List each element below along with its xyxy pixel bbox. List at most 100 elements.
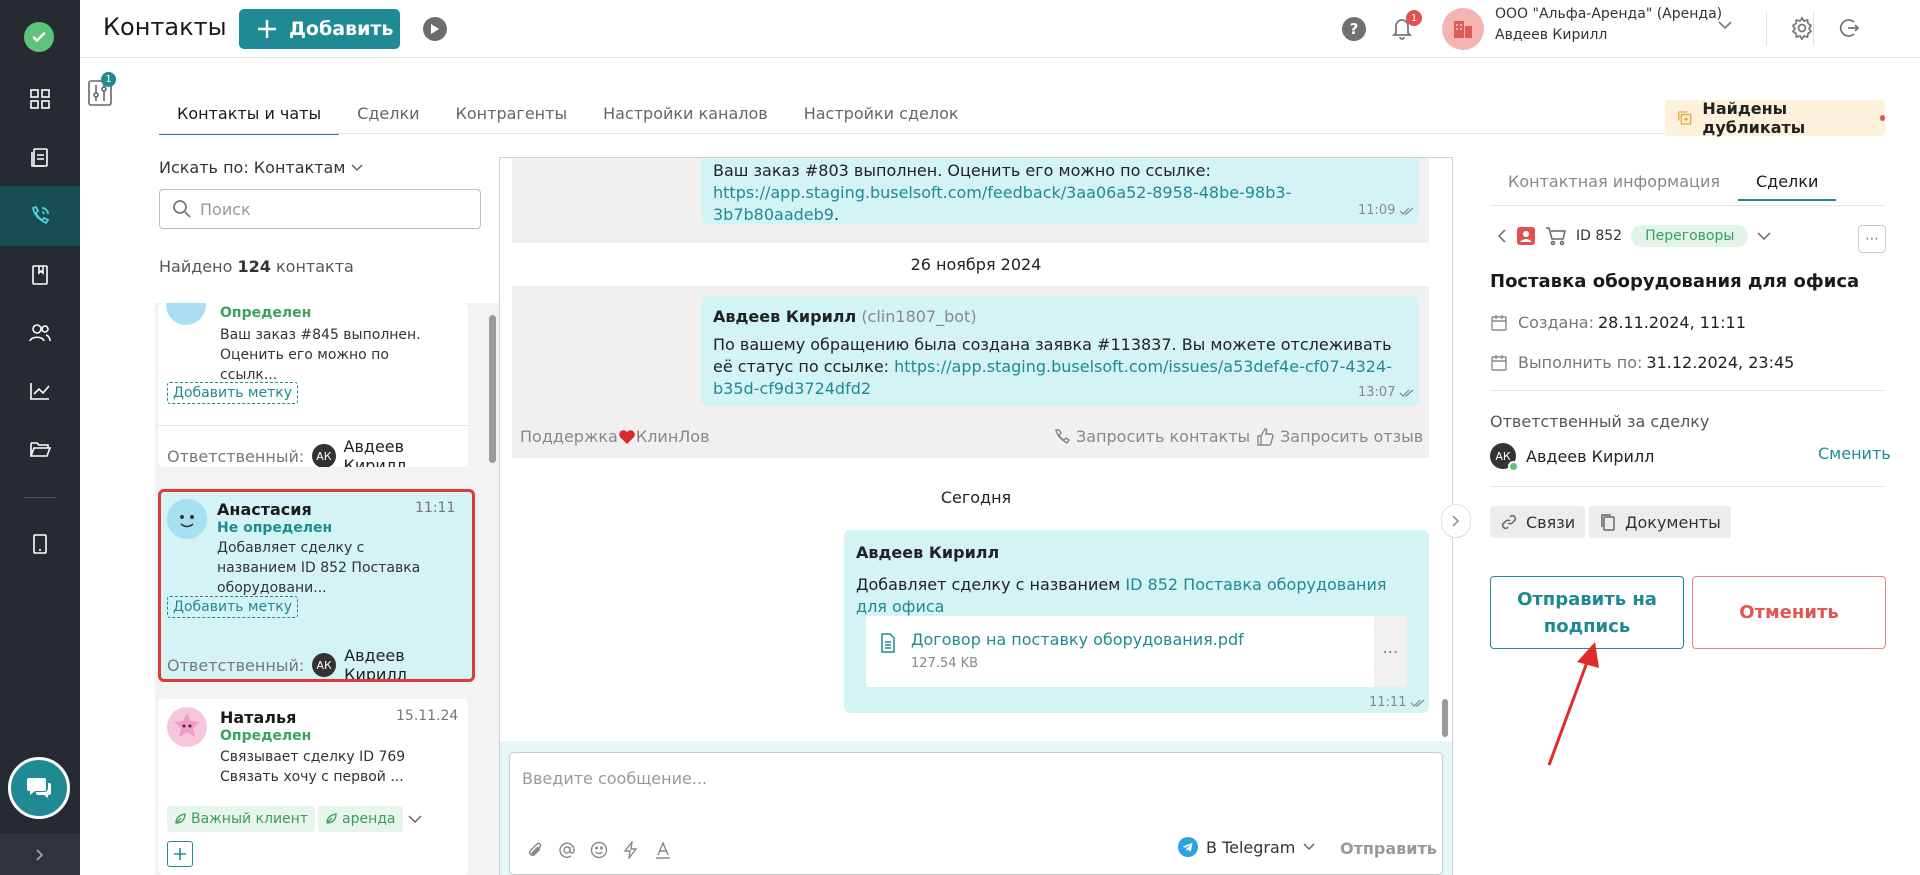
contact-list-scrollbar[interactable] <box>489 315 496 463</box>
chevron-right-icon[interactable] <box>1441 504 1471 538</box>
tabs-divider <box>159 133 1884 134</box>
chevron-left-icon[interactable] <box>1497 229 1507 243</box>
text-format-icon[interactable] <box>654 841 672 859</box>
contact-card[interactable]: Определен Ваш заказ #845 выполнен. Оцени… <box>158 303 468 467</box>
send-button[interactable]: Отправить <box>1340 839 1437 858</box>
sign-label-line1: Отправить на <box>1517 588 1657 610</box>
contact-avatar <box>167 707 207 747</box>
sidebar-item-book-icon[interactable] <box>0 246 80 304</box>
double-check-icon <box>1400 389 1414 397</box>
links-label: Связи <box>1526 512 1576 532</box>
help-icon[interactable]: ? <box>1342 17 1366 41</box>
message-bot-name: (clin1807_bot) <box>861 307 977 326</box>
avatar-initials: АК <box>1495 449 1511 463</box>
add-button[interactable]: Добавить <box>239 9 400 49</box>
chat-feed: Ваш заказ #803 выполнен. Оценить его мож… <box>500 158 1452 741</box>
message-composer[interactable]: Введите сообщение... В Telegram Отправит… <box>509 752 1443 875</box>
chat-scrollbar[interactable] <box>1442 699 1448 737</box>
responsible: Ответственный: АК Авдеев Кирилл <box>167 646 472 679</box>
add-tag-button[interactable]: Добавить метку <box>167 382 298 404</box>
support-label-a: Поддержка <box>520 427 618 446</box>
request-review-button[interactable]: Запросить отзыв <box>1256 427 1423 446</box>
cart-icon <box>1546 227 1566 246</box>
duplicates-label: Найдены дубликаты <box>1702 99 1806 137</box>
tab-deals-panel[interactable]: Сделки <box>1737 172 1837 201</box>
due-label: Выполнить по: <box>1518 353 1643 372</box>
message-bubble: Ваш заказ #803 выполнен. Оценить его мож… <box>701 158 1419 224</box>
chat-support-button[interactable] <box>8 757 70 819</box>
contact-name: Анастасия <box>217 500 312 519</box>
send-for-signature-button[interactable]: Отправить на подпись <box>1490 576 1684 649</box>
tab-contacts-and-chats[interactable]: Контакты и чаты <box>159 100 340 135</box>
add-tag-plus-button[interactable] <box>167 841 193 867</box>
contact-search-input[interactable]: Поиск <box>159 189 481 229</box>
contact-last-message: Добавляет сделку с названием ID 852 Пост… <box>217 540 421 596</box>
play-icon[interactable] <box>423 17 447 41</box>
emoji-icon[interactable] <box>590 841 608 859</box>
chevron-down-icon[interactable] <box>1718 20 1732 30</box>
current-user-name[interactable]: Авдеев Кирилл <box>1495 27 1607 43</box>
tab-deal-settings[interactable]: Настройки сделок <box>786 100 977 134</box>
more-options-icon[interactable]: ⋯ <box>1858 225 1886 253</box>
gear-icon[interactable] <box>1790 16 1814 40</box>
company-name[interactable]: ООО "Альфа-Аренда" (Аренда) <box>1495 6 1722 22</box>
paperclip-icon[interactable] <box>526 841 544 859</box>
message-sender: Авдеев Кирилл <box>856 542 1417 564</box>
tab-deals[interactable]: Сделки <box>339 100 437 134</box>
contact-time: 15.11.24 <box>396 708 459 724</box>
company-avatar-building-icon[interactable] <box>1442 8 1484 50</box>
message-time: 11:11 <box>1369 695 1426 710</box>
links-button[interactable]: Связи <box>1490 506 1586 538</box>
sidebar-item-dashboard-icon[interactable] <box>0 70 80 128</box>
search-by-dropdown[interactable]: Искать по: Контактам <box>159 158 363 177</box>
sidebar-item-analytics-icon[interactable] <box>0 362 80 420</box>
sidebar-item-tablet-icon[interactable] <box>0 515 80 573</box>
message-link[interactable]: https://app.staging.buselsoft.com/feedba… <box>713 183 1291 224</box>
message-bubble: Авдеев Кирилл (clin1807_bot) По вашему о… <box>701 296 1419 406</box>
sidebar-item-contacts-icon[interactable] <box>0 186 80 246</box>
message-time: 13:07 <box>1358 385 1415 400</box>
thumbs-up-icon <box>1257 427 1274 446</box>
cancel-button[interactable]: Отменить <box>1692 576 1886 649</box>
topbar-divider <box>1813 12 1814 46</box>
deal-stage-badge[interactable]: Переговоры <box>1631 225 1749 247</box>
file-attachment[interactable]: Договор на поставку оборудования.pdf 127… <box>866 616 1407 687</box>
responsible-label: Ответственный: <box>167 655 305 675</box>
contact-last-message: Связывает сделку ID 769 Связать хочу с п… <box>220 749 406 785</box>
app-logo-check-icon[interactable] <box>24 22 54 52</box>
channel-select[interactable]: В Telegram <box>1178 837 1315 857</box>
responsible: Ответственный: АК Авдеев Кирилл <box>167 437 468 467</box>
chevron-down-icon[interactable] <box>408 815 422 824</box>
contact-time: 11:11 <box>415 500 456 516</box>
support-signature: Поддержка КлинЛов <box>520 427 710 446</box>
chevron-down-icon[interactable] <box>1757 231 1771 241</box>
request-contacts-button[interactable]: Запросить контакты <box>1052 427 1250 446</box>
change-responsible-link[interactable]: Сменить <box>1818 444 1891 463</box>
add-tag-button[interactable]: Добавить метку <box>167 596 298 618</box>
tag-important-client[interactable]: Важный клиент <box>167 806 315 832</box>
at-sign-icon[interactable] <box>558 841 576 859</box>
lightning-icon[interactable] <box>622 841 640 859</box>
tab-contact-info[interactable]: Контактная информация <box>1490 172 1738 201</box>
sidebar-expand-chevron-icon[interactable] <box>0 834 80 875</box>
heart-icon <box>619 429 635 444</box>
contact-card-icon <box>1517 227 1535 245</box>
message-sender-line: Авдеев Кирилл (clin1807_bot) <box>713 306 1407 328</box>
tag-rent[interactable]: аренда <box>318 806 403 832</box>
tab-counterparties[interactable]: Контрагенты <box>438 100 586 134</box>
file-more-options-icon[interactable]: ⋯ <box>1374 616 1407 687</box>
logout-icon[interactable] <box>1837 16 1861 40</box>
tag-label: Важный клиент <box>191 811 308 827</box>
contact-card-selected[interactable]: Анастасия 11:11 Не определен Добавляет с… <box>158 489 475 682</box>
duplicates-found-button[interactable]: Найдены дубликаты <box>1665 99 1885 137</box>
sidebar-item-folder-icon[interactable] <box>0 420 80 478</box>
tab-channel-settings[interactable]: Настройки каналов <box>585 100 786 134</box>
sidebar-item-users-icon[interactable] <box>0 304 80 362</box>
contact-avatar <box>167 499 207 539</box>
sidebar-item-tasks-icon[interactable] <box>0 128 80 186</box>
contact-card[interactable]: Наталья 15.11.24 Определен Связывает сде… <box>158 699 468 875</box>
file-name[interactable]: Договор на поставку оборудования.pdf <box>911 630 1244 649</box>
documents-button[interactable]: Документы <box>1589 506 1731 538</box>
top-bar: Контакты Добавить ? 1 ООО "Альфа-Аренда"… <box>80 0 1920 58</box>
message-input-placeholder[interactable]: Введите сообщение... <box>522 769 707 788</box>
